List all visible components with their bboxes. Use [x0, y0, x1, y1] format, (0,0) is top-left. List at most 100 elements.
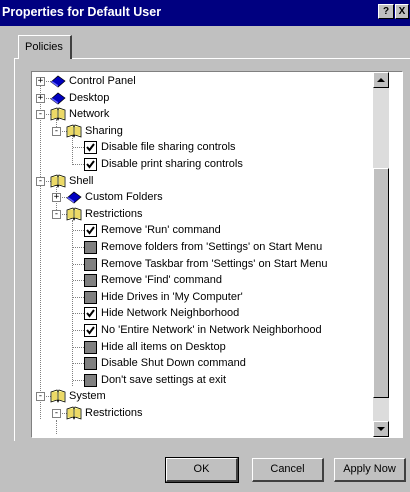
checkmark-icon	[86, 160, 95, 169]
tree-policy-label: Remove 'Run' command	[101, 224, 221, 236]
checkmark-icon	[86, 143, 95, 152]
collapse-icon[interactable]: -	[36, 392, 45, 401]
scroll-thumb[interactable]	[373, 168, 389, 398]
tree-policy-label: Disable print sharing controls	[101, 158, 243, 170]
tree-line	[56, 420, 57, 434]
tree-policy-row[interactable]: Hide Drives in 'My Computer'	[32, 289, 372, 306]
checkbox-checked[interactable]	[84, 158, 97, 171]
tree-policy-row[interactable]: Remove Taskbar from 'Settings' on Start …	[32, 256, 372, 273]
tree-policy-row[interactable]: Hide all items on Desktop	[32, 339, 372, 356]
collapse-icon[interactable]: -	[52, 409, 61, 418]
tree-line	[73, 230, 84, 231]
tree-category-label: Desktop	[69, 92, 110, 104]
checkmark-icon	[86, 309, 95, 318]
checkbox-unchecked[interactable]	[84, 274, 97, 287]
checkbox-checked[interactable]	[84, 324, 97, 337]
tree-policy-label: Hide all items on Desktop	[101, 341, 226, 353]
book-open-icon	[66, 406, 82, 420]
tree-category-row[interactable]: + Custom Folders	[32, 189, 372, 206]
book-open-icon	[66, 124, 82, 138]
tree-line	[73, 347, 84, 348]
tree-category-row[interactable]: - Network	[32, 106, 372, 123]
tree-policy-row[interactable]: Remove 'Run' command	[32, 222, 372, 239]
tree-category-label: System	[69, 390, 106, 402]
tree-category-label: Shell	[69, 175, 94, 187]
tree-policy-row[interactable]: Disable print sharing controls	[32, 156, 372, 173]
checkbox-unchecked[interactable]	[84, 374, 97, 387]
checkmark-icon	[86, 326, 95, 335]
collapse-icon[interactable]: -	[36, 110, 45, 119]
checkbox-checked[interactable]	[84, 141, 97, 154]
tree-line	[73, 363, 84, 364]
tree-category-label: Control Panel	[69, 75, 136, 87]
policy-tree: + Control Panel + Desktop - Network - Sharing Di…	[31, 71, 403, 438]
tree-policy-label: Don't save settings at exit	[101, 374, 226, 386]
tree-category-row[interactable]: - System	[32, 388, 372, 405]
book-open-icon	[50, 389, 66, 403]
book-open-icon	[50, 107, 66, 121]
tree-policy-row[interactable]: Disable file sharing controls	[32, 139, 372, 156]
checkbox-unchecked[interactable]	[84, 291, 97, 304]
tree-line	[73, 247, 84, 248]
tree-policy-label: Remove folders from 'Settings' on Start …	[101, 241, 323, 253]
expand-icon[interactable]: +	[36, 94, 45, 103]
tree-category-row[interactable]: - Sharing	[32, 123, 372, 140]
tree-policy-label: Remove 'Find' command	[101, 274, 222, 286]
tree-category-row[interactable]: + Control Panel	[32, 73, 372, 90]
ok-button[interactable]: OK	[165, 457, 239, 483]
tree-content: + Control Panel + Desktop - Network - Sharing Di…	[32, 72, 375, 437]
scroll-down-button[interactable]	[373, 421, 389, 437]
tree-policy-label: Remove Taskbar from 'Settings' on Start …	[101, 258, 328, 270]
tree-category-row[interactable]: - Shell	[32, 173, 372, 190]
tree-line	[73, 264, 84, 265]
tree-policy-label: Hide Drives in 'My Computer'	[101, 291, 243, 303]
window-title: Properties for Default User	[2, 5, 162, 19]
tree-line	[73, 380, 84, 381]
tab-label: Policies	[25, 41, 63, 53]
checkbox-checked[interactable]	[84, 224, 97, 237]
tree-category-label: Network	[69, 108, 110, 120]
tree-category-row[interactable]: + Desktop	[32, 90, 372, 107]
collapse-icon[interactable]: -	[36, 177, 45, 186]
book-open-icon	[50, 174, 66, 188]
checkbox-unchecked[interactable]	[84, 258, 97, 271]
collapse-icon[interactable]: -	[52, 127, 61, 136]
tree-policy-row[interactable]: Hide Network Neighborhood	[32, 305, 372, 322]
title-bar[interactable]: Properties for Default User ? X	[0, 0, 410, 26]
checkbox-unchecked[interactable]	[84, 241, 97, 254]
apply-now-button[interactable]: Apply Now	[334, 458, 406, 482]
tree-line	[73, 297, 84, 298]
tree-category-label: Restrictions	[85, 208, 143, 220]
tree-policy-label: Disable file sharing controls	[101, 141, 236, 153]
tree-line	[73, 313, 84, 314]
tree-line	[73, 147, 84, 148]
tree-category-row[interactable]: - Restrictions	[32, 206, 372, 223]
scroll-up-button[interactable]	[373, 72, 389, 88]
expand-icon[interactable]: +	[36, 77, 45, 86]
close-button[interactable]: X	[395, 4, 409, 19]
collapse-icon[interactable]: -	[52, 210, 61, 219]
book-open-icon	[66, 207, 82, 221]
tree-policy-row[interactable]: No 'Entire Network' in Network Neighborh…	[32, 322, 372, 339]
tree-policy-row[interactable]: Don't save settings at exit	[32, 372, 372, 389]
vertical-scrollbar[interactable]	[373, 72, 389, 437]
checkbox-unchecked[interactable]	[84, 357, 97, 370]
tree-policy-row[interactable]: Remove 'Find' command	[32, 272, 372, 289]
tree-policy-label: Disable Shut Down command	[101, 357, 246, 369]
tree-policy-row[interactable]: Disable Shut Down command	[32, 355, 372, 372]
cancel-button[interactable]: Cancel	[252, 458, 324, 482]
tree-policy-row[interactable]: Remove folders from 'Settings' on Start …	[32, 239, 372, 256]
tree-category-label: Restrictions	[85, 407, 143, 419]
checkbox-unchecked[interactable]	[84, 341, 97, 354]
properties-dialog: Properties for Default User ? X Policies…	[0, 0, 410, 492]
checkbox-checked[interactable]	[84, 307, 97, 320]
expand-icon[interactable]: +	[52, 193, 61, 202]
tab-policies[interactable]: Policies	[18, 35, 72, 59]
checkmark-icon	[86, 226, 95, 235]
book-blue-icon	[50, 74, 66, 88]
book-blue-icon	[50, 91, 66, 105]
tree-category-row[interactable]: - Restrictions	[32, 405, 372, 422]
tree-category-label: Sharing	[85, 125, 123, 137]
tree-line	[73, 164, 84, 165]
help-button[interactable]: ?	[378, 4, 394, 19]
